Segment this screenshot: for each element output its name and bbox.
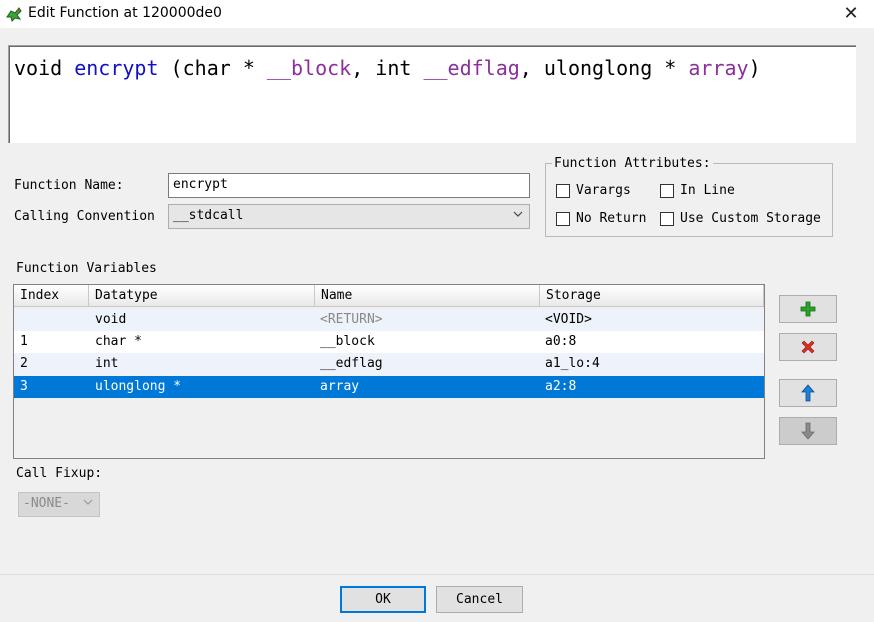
cell-name: __block xyxy=(320,334,375,349)
cell-name: array xyxy=(320,379,360,394)
calling-convention-label: Calling Convention xyxy=(14,209,155,224)
cell-name: <RETURN> xyxy=(320,312,383,327)
column-header-index[interactable]: Index xyxy=(14,285,89,307)
calling-convention-value: __stdcall xyxy=(173,208,244,223)
signature-param2-name: __edflag xyxy=(423,56,520,80)
function-name-label: Function Name: xyxy=(14,178,124,193)
column-header-name[interactable]: Name xyxy=(315,285,540,307)
arrow-up-icon xyxy=(801,384,815,402)
signature-param1-type: char * xyxy=(182,56,267,80)
cell-datatype: int xyxy=(95,356,119,371)
table-row[interactable]: void <RETURN> <VOID> xyxy=(14,309,764,331)
signature-open-paren: ( xyxy=(158,56,183,80)
inline-label: In Line xyxy=(680,183,735,198)
plus-icon xyxy=(800,301,816,317)
chevron-down-icon xyxy=(513,211,523,217)
varargs-checkbox[interactable] xyxy=(556,184,570,198)
call-fixup-select[interactable]: -NONE- xyxy=(18,492,100,517)
delete-x-icon xyxy=(801,340,815,354)
signature-close-paren: ) xyxy=(748,56,761,80)
cell-storage: a0:8 xyxy=(545,334,577,349)
call-fixup-label: Call Fixup: xyxy=(16,466,103,481)
cell-datatype: void xyxy=(95,312,127,327)
arrow-down-icon xyxy=(801,422,815,440)
dragon-app-icon xyxy=(5,5,23,23)
no-return-checkbox[interactable] xyxy=(556,212,570,226)
cell-datatype: char * xyxy=(95,334,142,349)
function-attributes-title: Function Attributes: xyxy=(552,156,713,171)
call-fixup-value: -NONE- xyxy=(23,496,70,511)
signature-param3-name: array xyxy=(688,56,749,80)
close-icon[interactable]: ✕ xyxy=(838,2,864,24)
signature-param1-name: __block xyxy=(266,56,352,80)
chevron-down-icon xyxy=(83,499,93,505)
cell-storage: a2:8 xyxy=(545,379,577,394)
signature-return-type: void xyxy=(14,56,63,80)
column-header-storage[interactable]: Storage xyxy=(540,285,764,307)
cell-index: 2 xyxy=(20,356,28,371)
table-row[interactable]: 1 char * __block a0:8 xyxy=(14,331,764,353)
cell-name: __edflag xyxy=(320,356,383,371)
function-variables-title: Function Variables xyxy=(16,261,157,276)
custom-storage-checkbox[interactable] xyxy=(660,212,674,226)
signature-function-name: encrypt xyxy=(74,56,159,80)
calling-convention-select[interactable]: __stdcall xyxy=(168,204,530,229)
window-title: Edit Function at 120000de0 xyxy=(28,5,222,21)
cancel-button[interactable]: Cancel xyxy=(436,586,523,613)
varargs-label: Varargs xyxy=(576,183,631,198)
no-return-label: No Return xyxy=(576,211,647,226)
signature-separator: , xyxy=(519,56,544,80)
table-row[interactable]: 2 int __edflag a1_lo:4 xyxy=(14,353,764,375)
cell-datatype: ulonglong * xyxy=(95,379,182,394)
cell-index: 3 xyxy=(20,379,28,394)
signature-param3-type: ulonglong * xyxy=(543,56,689,80)
column-header-datatype[interactable]: Datatype xyxy=(89,285,315,307)
function-name-input[interactable]: encrypt xyxy=(168,173,530,198)
move-down-button[interactable] xyxy=(779,417,837,445)
signature-separator: , xyxy=(351,56,376,80)
cell-index: 1 xyxy=(20,334,28,349)
cell-storage: a1_lo:4 xyxy=(545,356,600,371)
remove-variable-button[interactable] xyxy=(779,333,837,361)
signature-param2-type: int xyxy=(375,56,424,80)
function-signature: void encrypt (char * __block, int __edfl… xyxy=(14,56,761,80)
add-variable-button[interactable] xyxy=(779,295,837,323)
move-up-button[interactable] xyxy=(779,379,837,407)
inline-checkbox[interactable] xyxy=(660,184,674,198)
cell-storage: <VOID> xyxy=(545,312,592,327)
ok-button[interactable]: OK xyxy=(340,586,426,613)
table-row-selected[interactable]: 3 ulonglong * array a2:8 xyxy=(14,376,764,398)
custom-storage-label: Use Custom Storage xyxy=(680,211,821,226)
